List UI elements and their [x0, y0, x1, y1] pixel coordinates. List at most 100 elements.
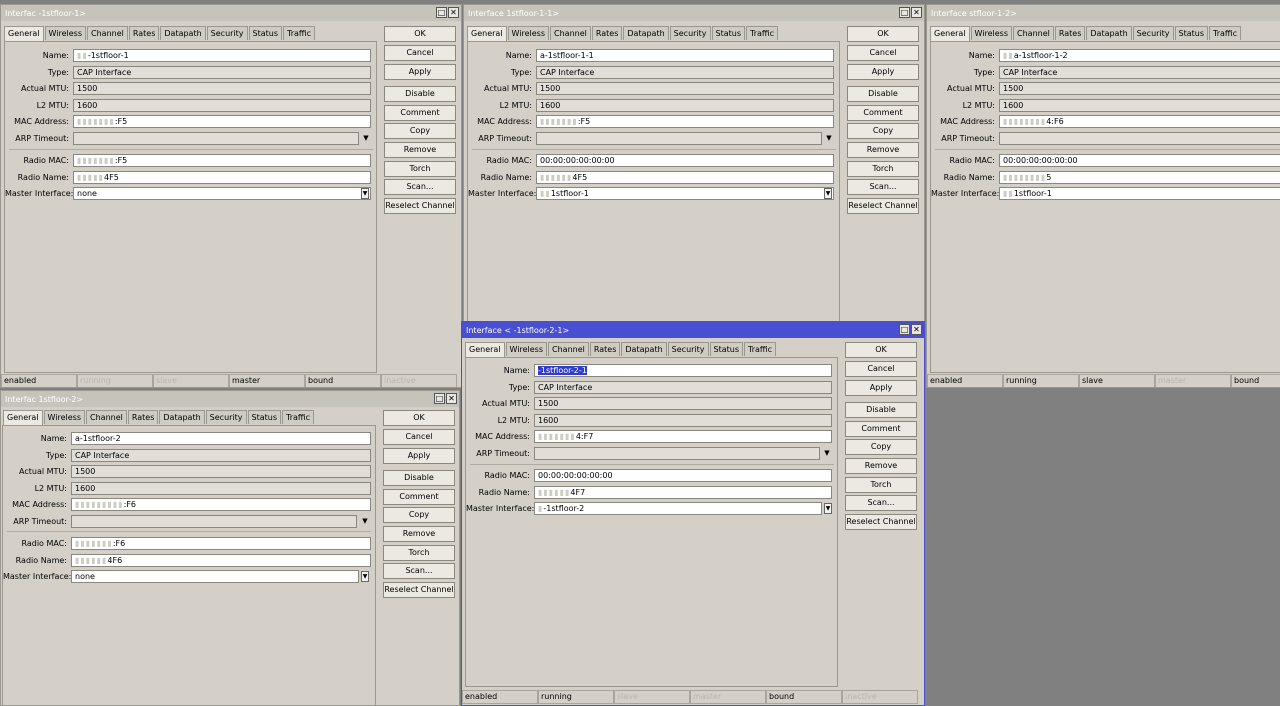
name-field[interactable]: a-1stfloor-1-1: [536, 49, 834, 62]
comment-button[interactable]: Comment: [384, 105, 456, 121]
arp-timeout-field[interactable]: [536, 132, 822, 145]
scan-button[interactable]: Scan...: [383, 563, 455, 579]
comment-button[interactable]: Comment: [845, 421, 917, 437]
copy-button[interactable]: Copy: [384, 123, 456, 139]
window-titlebar[interactable]: Interfac 1stfloor-2> □ ✕: [1, 391, 459, 407]
cancel-button[interactable]: Cancel: [383, 429, 455, 445]
close-icon[interactable]: ✕: [446, 393, 457, 404]
mac-address-field[interactable]: ▮▮▮▮▮▮▮:F5: [536, 115, 834, 128]
tab-traffic[interactable]: Traffic: [283, 26, 316, 40]
arp-timeout-field[interactable]: [71, 515, 357, 528]
disable-button[interactable]: Disable: [383, 470, 455, 486]
copy-button[interactable]: Copy: [845, 439, 917, 455]
ok-button[interactable]: OK: [384, 26, 456, 42]
arp-timeout-field[interactable]: [534, 447, 820, 460]
maximize-icon[interactable]: □: [436, 7, 447, 18]
tab-security[interactable]: Security: [667, 342, 709, 356]
master-interface-select[interactable]: ▮▮1stfloor-1: [536, 187, 834, 200]
tab-channel[interactable]: Channel: [1013, 26, 1054, 40]
radio-name-field[interactable]: ▮▮▮▮▮▮4F5: [536, 171, 834, 184]
master-interface-select[interactable]: none: [73, 187, 371, 200]
master-interface-select[interactable]: ▮▮1stfloor-1: [999, 187, 1280, 200]
cancel-button[interactable]: Cancel: [384, 45, 456, 61]
disable-button[interactable]: Disable: [845, 402, 917, 418]
disable-button[interactable]: Disable: [847, 86, 919, 102]
torch-button[interactable]: Torch: [845, 477, 917, 493]
tab-wireless[interactable]: Wireless: [44, 26, 87, 40]
radio-name-field[interactable]: ▮▮▮▮▮▮4F7: [534, 486, 832, 499]
tab-wireless[interactable]: Wireless: [43, 410, 86, 424]
copy-button[interactable]: Copy: [847, 123, 919, 139]
copy-button[interactable]: Copy: [383, 507, 455, 523]
maximize-icon[interactable]: □: [899, 7, 910, 18]
tab-status[interactable]: Status: [248, 26, 283, 40]
tab-rates[interactable]: Rates: [591, 26, 623, 40]
tab-wireless[interactable]: Wireless: [505, 342, 548, 356]
reselect-channel-button[interactable]: Reselect Channel: [383, 582, 455, 598]
window-titlebar[interactable]: Interface < -1stfloor-2-1> □ ✕: [462, 322, 924, 338]
maximize-icon[interactable]: □: [434, 393, 445, 404]
tab-status[interactable]: Status: [247, 410, 282, 424]
tab-channel[interactable]: Channel: [87, 26, 128, 40]
remove-button[interactable]: Remove: [847, 142, 919, 158]
comment-button[interactable]: Comment: [847, 105, 919, 121]
cancel-button[interactable]: Cancel: [845, 361, 917, 377]
select-arrow-icon[interactable]: ▼: [361, 571, 369, 582]
name-field[interactable]: a-1stfloor-2: [71, 432, 371, 445]
tab-datapath[interactable]: Datapath: [159, 410, 205, 424]
tab-rates[interactable]: Rates: [128, 26, 160, 40]
radio-name-field[interactable]: ▮▮▮▮▮▮▮▮5: [999, 171, 1280, 184]
ok-button[interactable]: OK: [847, 26, 919, 42]
tab-security[interactable]: Security: [1132, 26, 1174, 40]
tab-general[interactable]: General: [467, 26, 507, 41]
close-icon[interactable]: ✕: [448, 7, 459, 18]
tab-channel[interactable]: Channel: [550, 26, 591, 40]
window-titlebar[interactable]: Interface stfloor-1-2>: [927, 5, 1280, 21]
tab-traffic[interactable]: Traffic: [1209, 26, 1242, 40]
tab-status[interactable]: Status: [711, 26, 746, 40]
tab-traffic[interactable]: Traffic: [746, 26, 779, 40]
select-arrow-icon[interactable]: ▼: [824, 188, 832, 199]
torch-button[interactable]: Torch: [384, 161, 456, 177]
mac-address-field[interactable]: ▮▮▮▮▮▮▮▮4:F6: [999, 115, 1280, 128]
apply-button[interactable]: Apply: [383, 448, 455, 464]
name-field[interactable]: ▮▮-1stfloor-1: [73, 49, 371, 62]
tab-general[interactable]: General: [3, 410, 43, 425]
master-interface-select[interactable]: none: [71, 570, 359, 583]
mac-address-field[interactable]: ▮▮▮▮▮▮▮:F5: [73, 115, 371, 128]
radio-name-field[interactable]: ▮▮▮▮▮▮4F6: [71, 554, 371, 567]
remove-button[interactable]: Remove: [383, 526, 455, 542]
reselect-channel-button[interactable]: Reselect Channel: [847, 198, 919, 214]
radio-mac-field[interactable]: 00:00:00:00:00:00: [999, 154, 1280, 167]
close-icon[interactable]: ✕: [911, 7, 922, 18]
tab-datapath[interactable]: Datapath: [621, 342, 667, 356]
ok-button[interactable]: OK: [845, 342, 917, 358]
select-arrow-icon[interactable]: ▼: [361, 188, 369, 199]
radio-mac-field[interactable]: ▮▮▮▮▮▮▮:F5: [73, 154, 371, 167]
radio-mac-field[interactable]: 00:00:00:00:00:00: [536, 154, 834, 167]
tab-rates[interactable]: Rates: [1054, 26, 1086, 40]
dropdown-arrow-icon[interactable]: ▼: [822, 447, 832, 460]
scan-button[interactable]: Scan...: [845, 495, 917, 511]
tab-general[interactable]: General: [930, 26, 970, 41]
dropdown-arrow-icon[interactable]: ▼: [361, 132, 371, 145]
close-icon[interactable]: ✕: [911, 324, 922, 335]
mac-address-field[interactable]: ▮▮▮▮▮▮▮▮▮:F6: [71, 498, 371, 511]
tab-channel[interactable]: Channel: [548, 342, 589, 356]
tab-general[interactable]: General: [465, 342, 505, 357]
radio-name-field[interactable]: ▮▮▮▮▮4F5: [73, 171, 371, 184]
radio-mac-field[interactable]: 00:00:00:00:00:00: [534, 469, 832, 482]
tab-security[interactable]: Security: [205, 410, 247, 424]
tab-datapath[interactable]: Datapath: [1086, 26, 1132, 40]
reselect-channel-button[interactable]: Reselect Channel: [384, 198, 456, 214]
ok-button[interactable]: OK: [383, 410, 455, 426]
arp-timeout-field[interactable]: [73, 132, 359, 145]
dropdown-arrow-icon[interactable]: ▼: [360, 515, 370, 528]
apply-button[interactable]: Apply: [847, 64, 919, 80]
dropdown-arrow-icon[interactable]: ▼: [824, 132, 834, 145]
select-arrow-icon[interactable]: ▼: [824, 503, 832, 514]
comment-button[interactable]: Comment: [383, 489, 455, 505]
tab-status[interactable]: Status: [709, 342, 744, 356]
scan-button[interactable]: Scan...: [384, 179, 456, 195]
torch-button[interactable]: Torch: [383, 545, 455, 561]
